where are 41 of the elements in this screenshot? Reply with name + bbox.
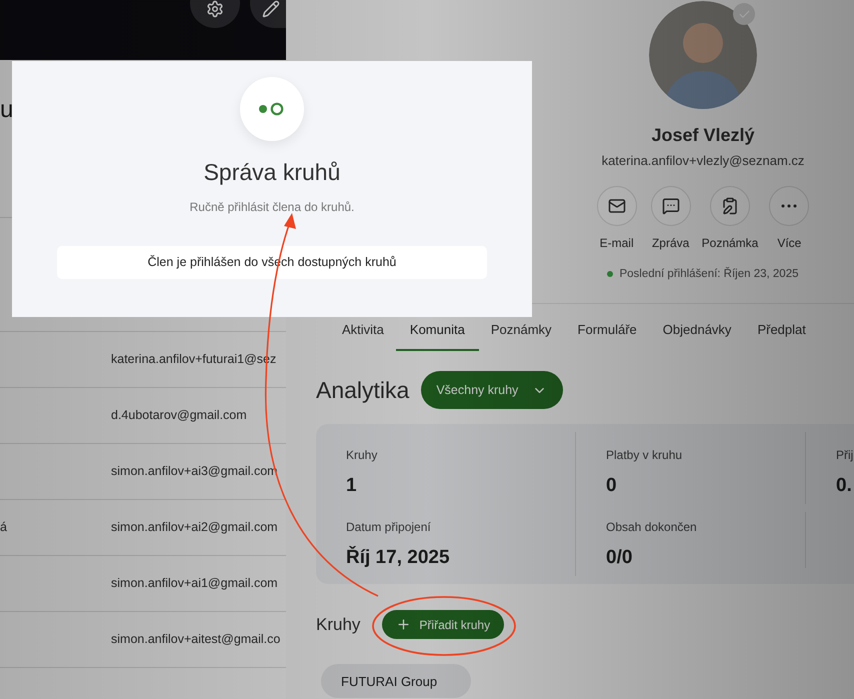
stat-label: Kruhy (346, 447, 378, 464)
tab[interactable]: Komunita (396, 320, 479, 352)
stat-label: Přij (836, 447, 854, 464)
tab[interactable]: Objednávky (662, 320, 732, 352)
email-cell-text: simon.anfilov+ai1@gmail.com (111, 575, 278, 592)
stat-value: 1 (346, 474, 358, 498)
stat-value: 0. (836, 474, 853, 498)
plus-icon (396, 617, 412, 632)
chat-icon (662, 196, 680, 214)
section-title: Kruhy (316, 614, 360, 636)
section-title: Analytika (316, 376, 410, 405)
mail-icon (608, 196, 626, 214)
settings-icon (206, 0, 224, 18)
circle-filter-dropdown[interactable]: Všechny kruhy (421, 371, 564, 410)
stat-label: Datum připojení (346, 519, 432, 536)
circles-icon (258, 102, 286, 116)
more-icon (781, 204, 798, 208)
clipboard-pen-icon (720, 196, 739, 214)
stat-value: Říj 17, 2025 (346, 545, 451, 570)
email-cell-text: d.4ubotarov@gmail.com (111, 407, 247, 424)
stat-label: Platby v kruhu (606, 447, 684, 464)
tab[interactable]: Poznámky (490, 320, 552, 352)
tab[interactable]: Formuláře (578, 320, 637, 352)
stat-value: 0 (606, 474, 618, 498)
email-cell-text: simon.anfilov+ai2@gmail.com (111, 519, 278, 536)
assign-circles-button[interactable]: Přiřadit kruhy (382, 610, 504, 640)
last-login: Poslední přihlášení: Říjen 23, 2025 (619, 266, 798, 282)
modal-title: Správa kruhů (204, 158, 340, 187)
pencil-icon (262, 0, 280, 18)
circle-chip: FUTURAI Group (321, 664, 471, 698)
member-email: katerina.anfilov+vlezly@seznam.cz (602, 152, 804, 170)
tab[interactable]: Aktivita (342, 320, 384, 352)
action-button[interactable]: Poznámka (702, 186, 758, 252)
email-cell-text: simon.anfilov+aitest@gmail.co (111, 631, 280, 648)
modal-subtitle: Ručně přihlásit člena do kruhů. (190, 198, 354, 216)
list-heading: u (0, 95, 14, 125)
member-name: Josef Vlezlý (651, 124, 755, 147)
name-cell: á (0, 520, 7, 534)
stat-value: 0/0 (606, 546, 634, 570)
tab[interactable]: Předplat (757, 320, 806, 352)
stat-label: Obsah dokončen (606, 519, 698, 536)
